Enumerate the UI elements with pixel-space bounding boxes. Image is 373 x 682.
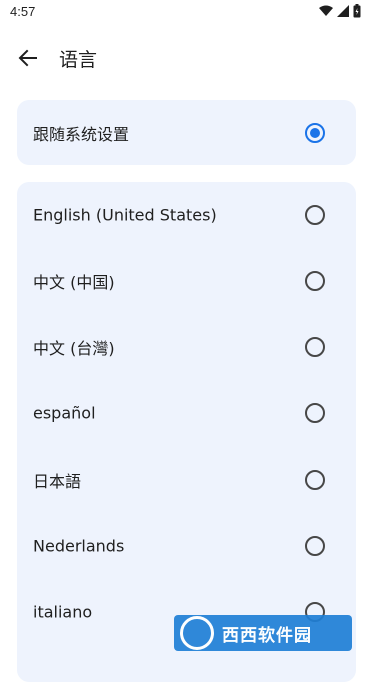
radio-button[interactable] [305,470,325,490]
app-bar: 语言 [0,30,373,86]
watermark-text: 西西软件园 [222,625,312,646]
system-option-card: 跟随系统设置 [17,100,356,165]
language-option-system[interactable]: 跟随系统设置 [17,100,356,165]
watermark-logo: 西西软件园 [174,615,352,651]
language-option[interactable]: 中文 (中国) [17,248,356,314]
language-option[interactable]: Nederlands [17,513,356,579]
radio-button[interactable] [305,536,325,556]
radio-button[interactable] [305,337,325,357]
option-label: Nederlands [33,536,125,556]
radio-button-selected[interactable] [305,122,325,143]
page-title: 语言 [59,49,98,71]
option-label: 日本語 [33,472,82,491]
language-option[interactable]: 中文 (台灣) [17,314,356,380]
battery-icon [353,4,361,18]
option-label: 中文 (中国) [33,273,115,292]
radio-button[interactable] [305,271,325,291]
language-list-card: English (United States) 中文 (中国) 中文 (台灣) … [17,182,356,682]
option-label: English (United States) [33,205,217,225]
back-button[interactable] [14,44,42,72]
wifi-icon [319,5,333,16]
option-label: 中文 (台灣) [33,339,115,358]
status-icons [319,4,361,18]
option-label: español [33,403,96,423]
language-option[interactable]: 日本語 [17,447,356,513]
signal-icon [337,5,349,17]
radio-button[interactable] [305,403,325,423]
watermark-icon [180,616,214,650]
option-label: 跟随系统设置 [33,124,130,144]
radio-button[interactable] [305,205,325,225]
status-bar: 4:57 [0,0,373,24]
arrow-back-icon [18,49,37,67]
language-option[interactable]: English (United States) [17,182,356,248]
status-time: 4:57 [10,4,36,19]
language-option[interactable]: español [17,380,356,446]
option-label: italiano [33,602,93,622]
